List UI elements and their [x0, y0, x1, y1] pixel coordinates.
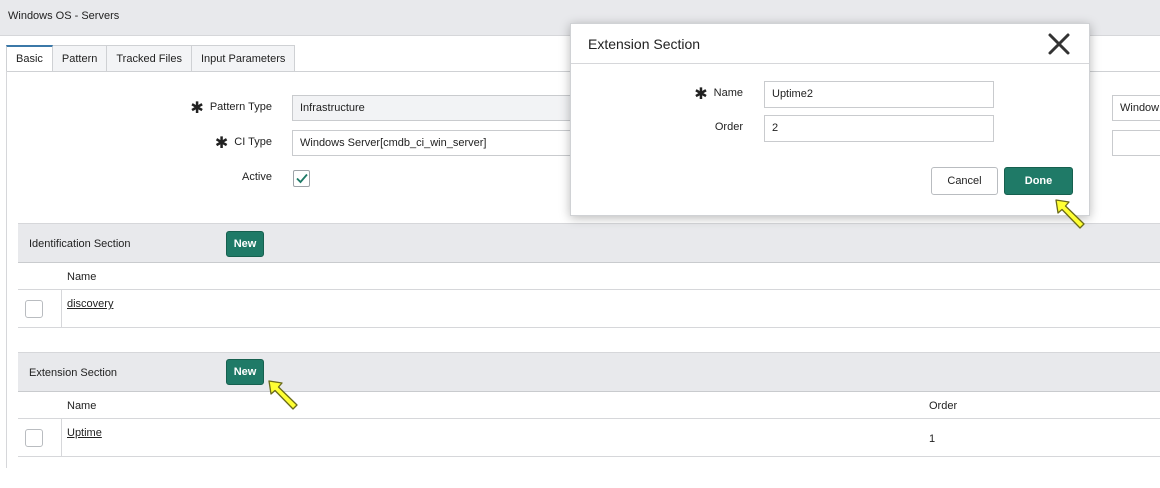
dialog-name-input[interactable]: Uptime2: [764, 81, 994, 108]
done-button[interactable]: Done: [1004, 167, 1073, 195]
row-order-value: 1: [929, 433, 936, 445]
dialog-order-input[interactable]: 2: [764, 115, 994, 142]
active-checkbox[interactable]: [293, 170, 310, 187]
tab-input-parameters[interactable]: Input Parameters: [191, 45, 296, 72]
row-name-link[interactable]: Uptime: [67, 427, 102, 439]
ci-type-label-row: ✱ CI Type: [0, 130, 272, 156]
tab-tracked-files[interactable]: Tracked Files: [107, 45, 192, 72]
window-title: Windows OS - Servers: [8, 10, 120, 22]
extension-grid-header: Name Order: [18, 392, 1160, 419]
dialog-name-label-row: ✱ Name: [571, 81, 743, 107]
identification-new-button[interactable]: New: [226, 231, 264, 257]
tab-pattern[interactable]: Pattern: [52, 45, 108, 72]
row-name-link[interactable]: discovery: [67, 298, 113, 310]
pattern-type-label-row: ✱ Pattern Type: [0, 95, 272, 121]
column-header-name[interactable]: Name: [67, 400, 96, 412]
required-icon: ✱: [214, 135, 229, 152]
dialog-order-label: Order: [714, 121, 743, 133]
row-checkbox[interactable]: [25, 300, 43, 318]
extension-section-dialog: Extension Section ✱ Name Uptime2 Order 2 …: [570, 23, 1090, 216]
tab-bar: Basic Pattern Tracked Files Input Parame…: [6, 45, 296, 72]
extension-new-button[interactable]: New: [226, 359, 264, 385]
required-icon: ✱: [190, 100, 204, 117]
row-checkbox[interactable]: [25, 429, 43, 447]
identification-grid-header: Name: [18, 263, 1160, 290]
grid-divider: [61, 290, 62, 328]
active-label-row: Active: [0, 165, 272, 191]
table-row: Uptime 1: [18, 419, 1160, 457]
right-empty-field[interactable]: [1112, 130, 1160, 156]
required-icon: ✱: [694, 86, 708, 103]
extension-section-title: Extension Section: [29, 367, 118, 379]
extension-section-header: Extension Section New: [18, 352, 1160, 392]
column-header-order[interactable]: Order: [929, 400, 957, 412]
tab-basic[interactable]: Basic: [6, 45, 53, 72]
right-value-field[interactable]: Window: [1112, 95, 1160, 121]
cancel-button[interactable]: Cancel: [931, 167, 998, 195]
arrow-pointer-icon: [268, 380, 298, 410]
ci-type-label: ✱ CI Type: [214, 135, 272, 152]
pattern-type-label: ✱ Pattern Type: [190, 100, 272, 117]
identification-section-header: Identification Section New: [18, 223, 1160, 263]
close-icon[interactable]: [1047, 32, 1071, 56]
arrow-pointer-icon: [1055, 199, 1085, 229]
table-row: discovery: [18, 290, 1160, 328]
dialog-order-label-row: Order: [571, 115, 743, 141]
dialog-header: Extension Section: [571, 24, 1089, 64]
active-label: Active: [242, 171, 272, 183]
identification-section-title: Identification Section: [29, 238, 131, 250]
ci-type-field[interactable]: Windows Server[cmdb_ci_win_server]: [292, 130, 582, 156]
checkmark-icon: [296, 173, 308, 184]
dialog-title: Extension Section: [588, 36, 701, 52]
dialog-name-label: ✱ Name: [694, 86, 743, 103]
grid-divider: [61, 419, 62, 457]
column-header-name[interactable]: Name: [67, 271, 96, 283]
pattern-type-field[interactable]: Infrastructure: [292, 95, 582, 121]
